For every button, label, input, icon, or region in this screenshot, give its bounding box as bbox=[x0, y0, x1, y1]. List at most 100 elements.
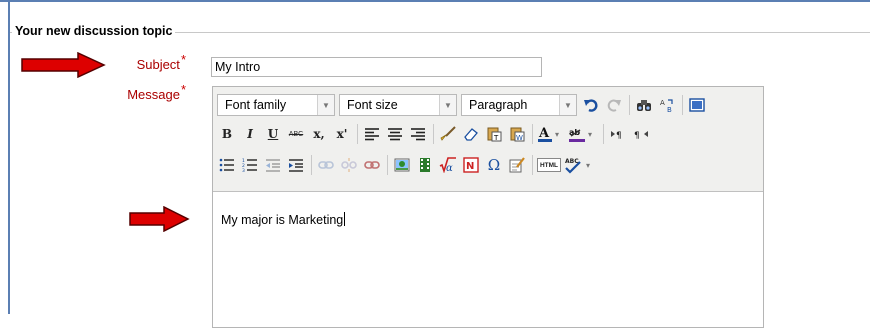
chevron-down-icon: ▼ bbox=[559, 95, 576, 115]
arrow-right-icon bbox=[21, 52, 106, 78]
highlight-color-button[interactable]: ab ▾ bbox=[568, 124, 598, 144]
undo-button[interactable] bbox=[581, 95, 601, 115]
chevron-down-icon: ▼ bbox=[317, 95, 334, 115]
redo-icon bbox=[607, 99, 621, 112]
message-label-text: Message bbox=[127, 87, 180, 102]
replace-button[interactable]: AB bbox=[657, 95, 677, 115]
svg-text:B: B bbox=[667, 106, 672, 113]
rtl-icon: ¶ bbox=[634, 131, 648, 141]
indent-button[interactable] bbox=[286, 155, 306, 175]
toolbar-row: 123 α N Ω HTML ABC ▾ bbox=[217, 152, 599, 178]
chevron-down-icon: ▼ bbox=[439, 95, 456, 115]
fieldset-legend: Your new discussion topic bbox=[12, 24, 176, 38]
arrow-right-icon bbox=[129, 206, 190, 232]
eraser-button[interactable] bbox=[461, 124, 481, 144]
underline-button[interactable]: U bbox=[263, 124, 283, 144]
message-label: Message* bbox=[127, 82, 186, 102]
edit-icon bbox=[509, 157, 525, 173]
bullet-list-button[interactable] bbox=[217, 155, 237, 175]
spellcheck-icon: ABC ▾ bbox=[565, 158, 590, 174]
text-color-button[interactable]: A ▾ bbox=[537, 124, 565, 144]
svg-text:ab: ab bbox=[569, 128, 580, 137]
outdent-icon bbox=[266, 159, 280, 172]
svg-text:▾: ▾ bbox=[555, 130, 559, 139]
editor-toolbar: Font family ▼ Font size ▼ Paragraph ▼ A … bbox=[213, 87, 763, 192]
film-icon bbox=[420, 158, 430, 172]
toolbar-separator bbox=[603, 124, 604, 144]
special-char-button[interactable]: Ω bbox=[484, 155, 504, 175]
message-editor[interactable]: Font family ▼ Font size ▼ Paragraph ▼ A … bbox=[212, 86, 764, 328]
bold-button[interactable]: B bbox=[217, 124, 237, 144]
find-button[interactable] bbox=[634, 95, 654, 115]
subject-label-text: Subject bbox=[136, 57, 180, 72]
redo-button[interactable] bbox=[604, 95, 624, 115]
outdent-button[interactable] bbox=[263, 155, 283, 175]
nolink-icon: N bbox=[463, 157, 479, 173]
insert-nolink-button[interactable]: N bbox=[461, 155, 481, 175]
strikethrough-button[interactable]: ABC bbox=[286, 124, 306, 144]
insert-equation-button[interactable]: α bbox=[438, 155, 458, 175]
format-select[interactable]: Paragraph ▼ bbox=[461, 94, 577, 116]
text-color-icon: A ▾ bbox=[538, 126, 559, 142]
highlight-color-icon: ab ▾ bbox=[569, 128, 592, 142]
binoculars-icon bbox=[637, 100, 651, 111]
align-left-icon bbox=[365, 128, 379, 141]
toolbar-separator bbox=[682, 95, 683, 115]
paste-text-icon: T bbox=[487, 127, 502, 142]
link-icon bbox=[318, 161, 334, 169]
svg-text:N: N bbox=[466, 161, 474, 172]
anchor-button[interactable] bbox=[362, 155, 382, 175]
insert-media-button[interactable] bbox=[415, 155, 435, 175]
numbered-list-button[interactable]: 123 bbox=[240, 155, 260, 175]
format-value: Paragraph bbox=[469, 98, 528, 112]
italic-button[interactable]: I bbox=[240, 124, 260, 144]
fullscreen-icon bbox=[689, 98, 705, 112]
link-button[interactable] bbox=[316, 155, 336, 175]
editor-content[interactable]: My major is Marketing bbox=[221, 212, 346, 227]
svg-text:A: A bbox=[538, 126, 550, 141]
html-source-button[interactable]: HTML bbox=[537, 158, 561, 172]
subscript-button[interactable]: x, bbox=[309, 124, 329, 144]
eraser-icon bbox=[464, 128, 478, 141]
svg-text:▾: ▾ bbox=[588, 130, 592, 139]
edit-button[interactable] bbox=[507, 155, 527, 175]
equation-icon: α bbox=[439, 157, 456, 173]
font-family-value: Font family bbox=[225, 98, 287, 112]
font-family-select[interactable]: Font family ▼ bbox=[217, 94, 335, 116]
align-center-button[interactable] bbox=[385, 124, 405, 144]
bullet-list-icon bbox=[219, 158, 234, 172]
align-right-button[interactable] bbox=[408, 124, 428, 144]
subject-label: Subject* bbox=[136, 52, 186, 72]
required-mark: * bbox=[180, 82, 186, 97]
fullscreen-button[interactable] bbox=[687, 95, 707, 115]
align-left-button[interactable] bbox=[362, 124, 382, 144]
font-size-select[interactable]: Font size ▼ bbox=[339, 94, 457, 116]
ltr-button[interactable]: ¶ bbox=[608, 124, 628, 144]
style-brush-button[interactable] bbox=[438, 124, 458, 144]
svg-text:¶: ¶ bbox=[616, 131, 622, 141]
window-left-border bbox=[8, 2, 10, 314]
anchor-link-icon bbox=[364, 161, 380, 169]
ltr-icon: ¶ bbox=[611, 131, 622, 141]
unlink-icon bbox=[341, 158, 357, 172]
paste-text-button[interactable]: T bbox=[484, 124, 504, 144]
font-size-value: Font size bbox=[347, 98, 398, 112]
toolbar-separator bbox=[387, 155, 388, 175]
insert-image-button[interactable] bbox=[392, 155, 412, 175]
editor-text: My major is Marketing bbox=[221, 213, 344, 227]
indent-icon bbox=[289, 159, 303, 172]
toolbar-row: Font family ▼ Font size ▼ Paragraph ▼ A … bbox=[217, 92, 710, 118]
subject-input[interactable]: My Intro bbox=[211, 57, 542, 77]
align-center-icon bbox=[388, 128, 402, 141]
paste-word-button[interactable]: W bbox=[507, 124, 527, 144]
align-right-icon bbox=[411, 128, 425, 141]
unlink-button[interactable] bbox=[339, 155, 359, 175]
toolbar-separator bbox=[629, 95, 630, 115]
superscript-button[interactable]: x' bbox=[332, 124, 352, 144]
svg-text:¶: ¶ bbox=[634, 131, 640, 141]
svg-text:W: W bbox=[516, 134, 523, 142]
toolbar-separator bbox=[532, 124, 533, 144]
spellcheck-button[interactable]: ABC ▾ bbox=[564, 155, 596, 175]
rtl-button[interactable]: ¶ bbox=[631, 124, 651, 144]
svg-text:3: 3 bbox=[242, 168, 245, 172]
